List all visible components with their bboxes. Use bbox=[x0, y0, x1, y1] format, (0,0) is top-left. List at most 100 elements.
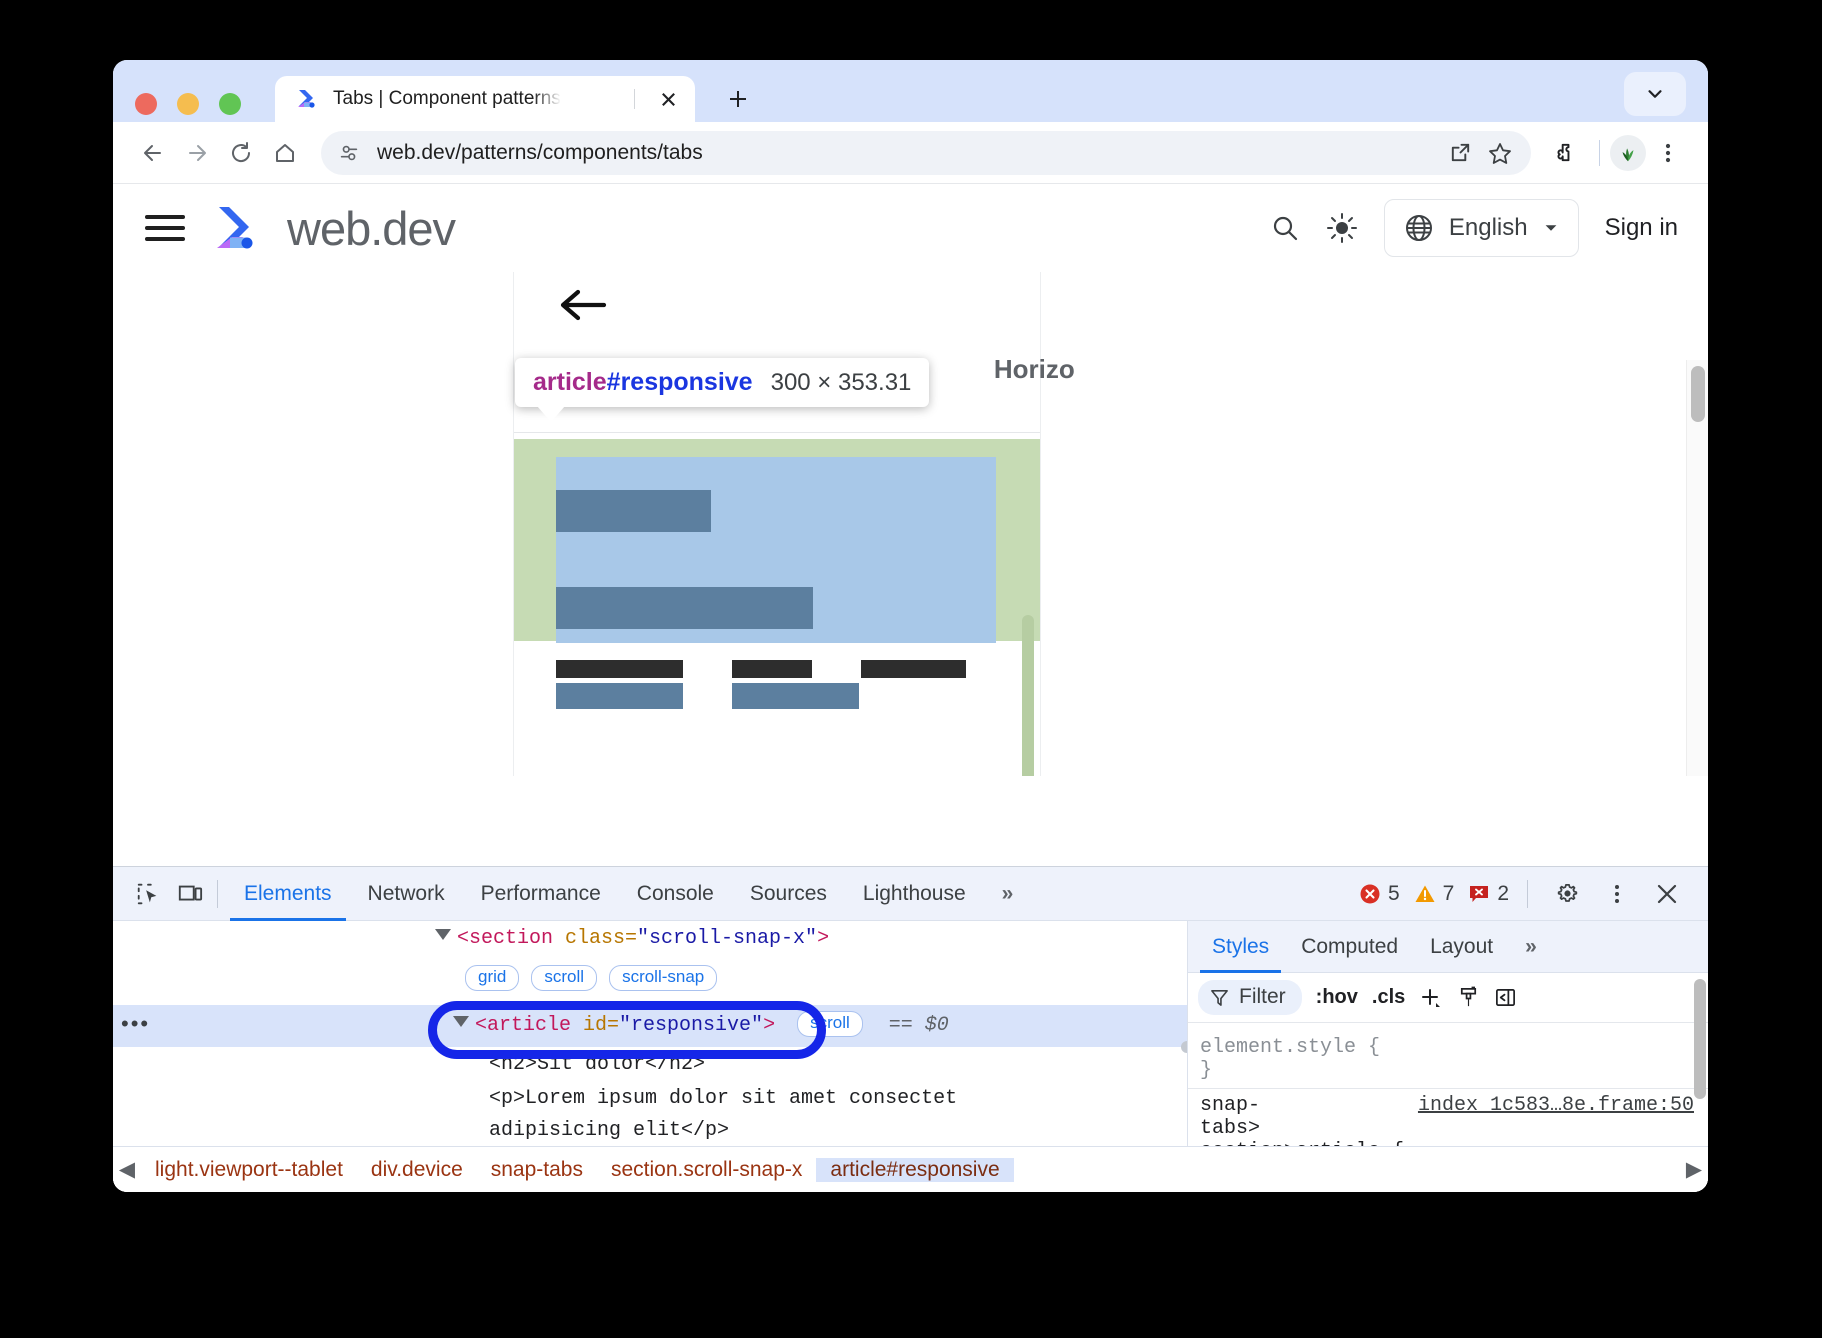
tab-search-chevron-down-icon[interactable] bbox=[1624, 72, 1686, 116]
toggle-sidebar-icon[interactable] bbox=[1494, 986, 1517, 1009]
sign-in-button[interactable]: Sign in bbox=[1605, 214, 1688, 242]
devtools-more-tabs-icon[interactable]: » bbox=[984, 867, 1032, 921]
home-icon[interactable] bbox=[263, 131, 307, 175]
address-bar[interactable]: web.dev/patterns/components/tabs bbox=[321, 131, 1531, 175]
toggle-class-button[interactable]: .cls bbox=[1372, 986, 1405, 1009]
devtools-menu-three-dot-icon[interactable] bbox=[1596, 874, 1638, 914]
browser-tab-strip: Tabs | Component patterns bbox=[113, 60, 1708, 122]
close-window-button[interactable] bbox=[135, 93, 157, 115]
element-style-close: } bbox=[1200, 1059, 1698, 1082]
devtools-tab-elements[interactable]: Elements bbox=[226, 867, 350, 921]
dom-row-article-content[interactable]: <article id="responsive"> scroll == $0 bbox=[453, 1011, 949, 1037]
devtools-inspect-tooltip: article#responsive 300 × 353.31 bbox=[515, 358, 929, 407]
style-rule-element-style[interactable]: element.style { } bbox=[1188, 1031, 1708, 1089]
language-selector[interactable]: English bbox=[1384, 199, 1579, 257]
style-rule-snap-tabs-article[interactable]: index_1c583…8e.frame:50 snap- tabs> sect… bbox=[1188, 1089, 1708, 1146]
forward-arrow-icon[interactable] bbox=[175, 131, 219, 175]
paintbrush-icon[interactable] bbox=[1457, 986, 1480, 1009]
style-source-link[interactable]: index_1c583…8e.frame:50 bbox=[1418, 1094, 1694, 1117]
demo-inner-scrollbar[interactable] bbox=[1022, 615, 1034, 776]
devtools-tab-console[interactable]: Console bbox=[619, 867, 732, 921]
expand-triangle-icon[interactable] bbox=[453, 1016, 469, 1027]
demo-back-arrow-icon[interactable] bbox=[558, 286, 608, 329]
devtools-tab-lighthouse[interactable]: Lighthouse bbox=[845, 867, 984, 921]
issue-counter[interactable]: 2 bbox=[1468, 882, 1509, 906]
styles-toolbar: Filter :hov .cls bbox=[1188, 973, 1708, 1023]
share-open-new-icon[interactable] bbox=[1448, 140, 1473, 165]
toggle-hover-state-button[interactable]: :hov bbox=[1316, 986, 1358, 1009]
bookmark-star-icon[interactable] bbox=[1487, 140, 1513, 166]
maximize-window-button[interactable] bbox=[219, 93, 241, 115]
browser-menu-three-dot-icon[interactable] bbox=[1646, 131, 1690, 175]
browser-tab-active[interactable]: Tabs | Component patterns bbox=[275, 76, 695, 122]
minimize-window-button[interactable] bbox=[177, 93, 199, 115]
devtools-tab-sources[interactable]: Sources bbox=[732, 867, 845, 921]
styles-filter-input[interactable]: Filter bbox=[1198, 980, 1302, 1015]
dom-row-paragraph-line1[interactable]: <p>Lorem ipsum dolor sit amet consectet bbox=[489, 1087, 957, 1110]
search-icon[interactable] bbox=[1270, 213, 1300, 243]
breadcrumb-snap-tabs[interactable]: snap-tabs bbox=[477, 1158, 597, 1182]
reload-icon[interactable] bbox=[219, 131, 263, 175]
page-viewport: web.dev bbox=[113, 184, 1708, 776]
close-tab-button[interactable] bbox=[655, 86, 681, 112]
badge-scroll-snap[interactable]: scroll-snap bbox=[609, 965, 717, 991]
sun-theme-icon[interactable] bbox=[1326, 212, 1358, 244]
profile-avatar[interactable] bbox=[1610, 135, 1646, 171]
breadcrumb-article-responsive[interactable]: article#responsive bbox=[816, 1158, 1013, 1182]
skeleton-bar bbox=[732, 683, 859, 709]
styles-tab-layout[interactable]: Layout bbox=[1414, 921, 1509, 973]
styles-scrollbar-thumb[interactable] bbox=[1694, 979, 1706, 1099]
styles-tab-bar: Styles Computed Layout » bbox=[1188, 921, 1708, 973]
extensions-puzzle-icon[interactable] bbox=[1545, 131, 1589, 175]
page-scrollbar-thumb[interactable] bbox=[1691, 366, 1705, 422]
styles-more-tabs-icon[interactable]: » bbox=[1509, 921, 1553, 973]
new-tab-button[interactable] bbox=[721, 82, 755, 116]
site-brand[interactable]: web.dev bbox=[207, 201, 455, 256]
devtools-issue-counters: 5 7 2 bbox=[1359, 874, 1694, 914]
dom-row-section[interactable]: <section class="scroll-snap-x"> bbox=[435, 927, 829, 950]
error-counter[interactable]: 5 bbox=[1359, 882, 1400, 906]
devtools-body: <section class="scroll-snap-x"> grid scr… bbox=[113, 921, 1708, 1146]
gear-icon[interactable] bbox=[1546, 874, 1588, 914]
breadcrumb-section-scroll-snap-x[interactable]: section.scroll-snap-x bbox=[597, 1158, 816, 1182]
devtools-tab-network[interactable]: Network bbox=[350, 867, 463, 921]
hamburger-menu-icon[interactable] bbox=[145, 208, 185, 248]
dom-row-more-options-icon[interactable]: ••• bbox=[121, 1011, 150, 1037]
skeleton-bar bbox=[556, 587, 813, 629]
browser-tab-title: Tabs | Component patterns bbox=[333, 88, 561, 110]
skeleton-bar bbox=[556, 683, 683, 709]
dom-row-paragraph-line2[interactable]: adipisicing elit</p> bbox=[489, 1119, 729, 1142]
warning-counter[interactable]: 7 bbox=[1414, 882, 1455, 906]
devtools-tab-performance[interactable]: Performance bbox=[463, 867, 619, 921]
address-bar-url[interactable]: web.dev/patterns/components/tabs bbox=[377, 141, 1448, 165]
browser-toolbar: web.dev/patterns/components/tabs bbox=[113, 122, 1708, 184]
page-scrollbar[interactable] bbox=[1686, 360, 1708, 776]
demo-tab-horizontal[interactable]: Horizo bbox=[994, 354, 1075, 385]
badge-grid[interactable]: grid bbox=[465, 965, 519, 991]
styles-tab-computed[interactable]: Computed bbox=[1285, 921, 1414, 973]
breadcrumb-div-device[interactable]: div.device bbox=[357, 1158, 477, 1182]
breadcrumb-light-viewport-tablet[interactable]: light.viewport--tablet bbox=[141, 1158, 357, 1182]
badge-scroll[interactable]: scroll bbox=[531, 965, 597, 991]
badge-scroll[interactable]: scroll bbox=[797, 1011, 863, 1037]
plus-icon[interactable] bbox=[1419, 986, 1443, 1010]
styles-tab-styles[interactable]: Styles bbox=[1196, 921, 1285, 973]
inspect-element-icon[interactable] bbox=[127, 874, 169, 914]
back-arrow-icon[interactable] bbox=[131, 131, 175, 175]
web-dev-logo-icon bbox=[207, 201, 261, 255]
breadcrumb-scroll-left-icon[interactable]: ◀ bbox=[113, 1147, 141, 1192]
tooltip-dimensions: 300 × 353.31 bbox=[771, 369, 912, 397]
expand-triangle-icon[interactable] bbox=[435, 929, 451, 940]
breadcrumb-scroll-right-icon[interactable]: ▶ bbox=[1680, 1147, 1708, 1192]
language-label: English bbox=[1449, 214, 1528, 242]
tooltip-tag-name: article bbox=[533, 368, 607, 396]
dom-row-h2-first[interactable]: <h2>Sit dolor</h2> bbox=[489, 1053, 705, 1076]
close-devtools-icon[interactable] bbox=[1646, 874, 1688, 914]
error-icon bbox=[1359, 883, 1381, 905]
site-settings-tune-icon[interactable] bbox=[337, 141, 361, 165]
warning-count: 7 bbox=[1443, 882, 1455, 906]
dom-tree-pane[interactable]: <section class="scroll-snap-x"> grid scr… bbox=[113, 921, 1188, 1146]
device-toolbar-icon[interactable] bbox=[169, 874, 211, 914]
warning-icon bbox=[1414, 883, 1436, 905]
pane-resize-handle[interactable] bbox=[1181, 1041, 1188, 1053]
